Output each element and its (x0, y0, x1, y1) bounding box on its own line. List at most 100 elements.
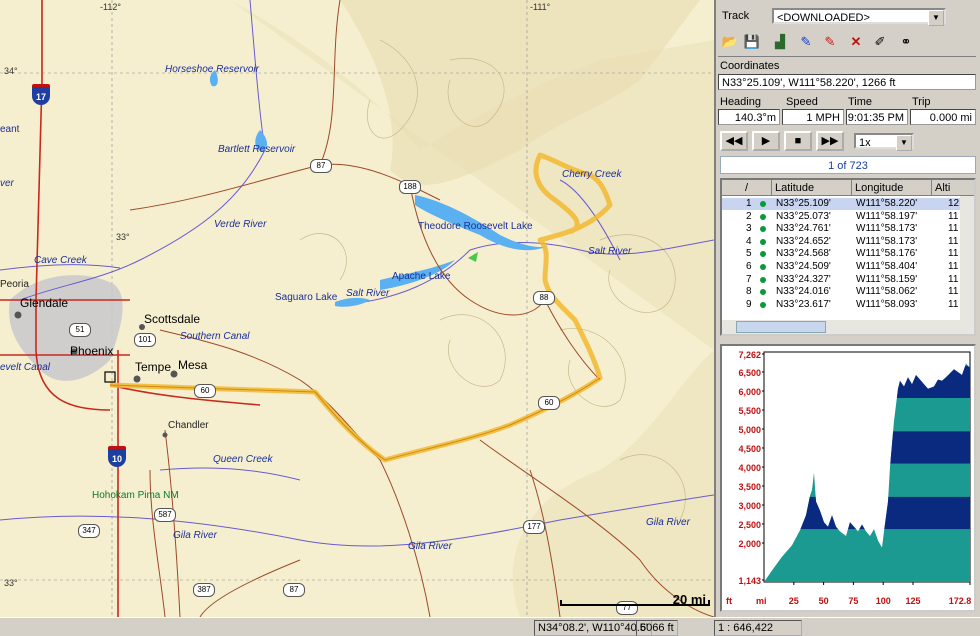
label-phoenix: Phoenix (70, 344, 114, 358)
route-387-shield: 387 (193, 583, 215, 597)
row-longitude: W111°58.093' (856, 298, 918, 310)
grid-label-112: -112° (100, 2, 121, 12)
interstate-10-shield: 10 (108, 446, 126, 467)
label-salt-river: Salt River (346, 288, 390, 299)
table-row[interactable]: 4 N33°24.652' W111°58.173' 11 (722, 236, 974, 248)
elevation-profile-icon[interactable]: ▟ (770, 32, 790, 52)
fast-forward-button[interactable]: ▶▶ (816, 131, 844, 151)
x-tick-label: 50 (819, 596, 829, 606)
label-mesa: Mesa (178, 358, 208, 372)
row-longitude: W111°58.159' (856, 273, 918, 285)
waypoint-dot-icon (760, 213, 766, 220)
table-row[interactable]: 9 N33°23.617' W111°58.093' 11 (722, 298, 974, 311)
row-altitude: 11 (948, 273, 959, 285)
table-row[interactable]: 7 N33°24.327' W111°58.159' 11 (722, 273, 974, 286)
grid-label-33: 33° (4, 578, 18, 588)
row-index: 9 (746, 298, 752, 310)
coordinates-label: Coordinates (720, 60, 780, 72)
row-altitude: 11 (948, 298, 959, 310)
speed-value: 1 MPH (782, 109, 844, 125)
label-queen-creek: Queen Creek (213, 454, 273, 465)
grid-label-33-top: 33° (116, 232, 130, 242)
playback-speed-select[interactable]: 1x ▼ (854, 133, 914, 151)
row-altitude: 11 (948, 248, 959, 260)
x-tick-label: 125 (906, 596, 921, 606)
chevron-down-icon[interactable]: ▼ (896, 135, 912, 151)
x-tick-label: 100 (876, 596, 891, 606)
table-row[interactable]: 8 N33°24.016' W111°58.062' 11 (722, 286, 974, 298)
route-87-shield-south: 87 (283, 583, 305, 597)
status-bar: N34°08.2', W110°40.5' 6066 ft 1 : 646,42… (0, 617, 980, 636)
elevation-profile[interactable]: 7,262 6,500 6,000 5,500 5,000 4,500 4,000 3,500… (720, 344, 976, 612)
horizontal-scrollbar[interactable] (722, 320, 974, 334)
scroll-thumb[interactable] (736, 321, 826, 333)
y-tick-label: 3,000 (738, 501, 761, 511)
row-index: 2 (746, 210, 752, 222)
green-flag (468, 252, 478, 262)
table-row[interactable]: 5 N33°24.568' W111°58.176' 11 (722, 248, 974, 260)
chevron-down-icon[interactable]: ▼ (928, 10, 944, 26)
table-row[interactable]: 6 N33°24.509' W111°58.404' 11 (722, 261, 974, 273)
route-177-shield: 177 (523, 520, 545, 534)
label-apache-lake: Apache Lake (392, 271, 451, 282)
row-altitude: 11 (948, 261, 959, 272)
col-header-index[interactable]: / (722, 180, 772, 196)
map-canvas[interactable]: -112° -111° 34° 33° 33° Horseshoe Reserv… (0, 0, 714, 617)
row-altitude: 11 (948, 286, 959, 298)
delete-x-icon[interactable]: ✕ (846, 32, 866, 52)
label-scottsdale: Scottsdale (144, 312, 201, 326)
x-tick-label: 75 (848, 596, 858, 606)
save-disk-icon[interactable]: 💾 (742, 32, 762, 52)
y-tick-label: 6,000 (738, 387, 761, 397)
x-tick-label: 25 (789, 596, 799, 606)
open-folder-icon[interactable]: 📂 (720, 32, 740, 52)
divider (718, 56, 976, 57)
table-row[interactable]: 2 N33°25.073' W111°58.197' 11 (722, 210, 974, 223)
rewind-button[interactable]: ◀◀ (720, 131, 748, 151)
stop-button[interactable]: ■ (784, 131, 812, 151)
col-header-altitude[interactable]: Alti (932, 180, 974, 196)
waypoint-dot-icon (760, 289, 766, 296)
heading-value: 140.3°m (718, 109, 780, 125)
y-tick-label: 7,262 (738, 350, 761, 360)
map-scale-bar: 20 mi (560, 592, 710, 612)
y-tick-label: 2,000 (738, 539, 761, 549)
track-points-table[interactable]: / Latitude Longitude Alti 1 N33°25.109' W1… (720, 178, 976, 336)
track-select-value: <DOWNLOADED> (777, 12, 870, 24)
waypoint-dot-icon (760, 301, 766, 308)
row-altitude: 12 (948, 198, 960, 209)
table-row[interactable]: 3 N33°24.761' W111°58.173' 11 (722, 223, 974, 235)
track-select[interactable]: <DOWNLOADED> ▼ (772, 8, 946, 26)
row-longitude: W111°58.062' (856, 286, 918, 298)
row-longitude: W111°58.173' (856, 223, 918, 235)
row-index: 3 (746, 223, 752, 235)
table-row[interactable]: 1 N33°25.109' W111°58.220' 12 (722, 198, 974, 210)
waypoint-dot-icon (760, 238, 766, 245)
row-index: 7 (746, 273, 752, 285)
label-gila-river-east: Gila River (646, 517, 690, 528)
heading-label: Heading (720, 96, 761, 108)
play-button[interactable]: ▶ (752, 131, 780, 151)
row-latitude: N33°23.617' (776, 298, 831, 310)
pen-red-icon[interactable]: ✎ (820, 32, 840, 52)
vertical-scrollbar[interactable] (960, 196, 974, 320)
track-panel: Track <DOWNLOADED> ▼ 📂 💾 ▟ ✎ ✎ ✕ ✐ ⚭ Coo… (714, 0, 980, 617)
col-header-latitude[interactable]: Latitude (772, 180, 852, 196)
y-tick-label: 5,000 (738, 425, 761, 435)
route-51-shield: 51 (69, 323, 91, 337)
label-hohokam: Hohokam Pima NM (92, 490, 179, 501)
label-horseshoe: Horseshoe Reservoir (165, 64, 259, 75)
row-latitude: N33°25.073' (776, 210, 831, 222)
edit-pencil-icon[interactable]: ✐ (870, 32, 890, 52)
row-longitude: W111°58.176' (856, 248, 918, 260)
interstate-17-shield: 17 (32, 84, 50, 105)
route-87-shield: 87 (310, 159, 332, 173)
route-188-shield: 188 (399, 180, 421, 194)
label-salt-river-east: Salt River (588, 246, 632, 257)
col-header-longitude[interactable]: Longitude (852, 180, 932, 196)
binoculars-icon[interactable]: ⚭ (896, 32, 916, 52)
label-ver: ver (0, 178, 14, 189)
pen-blue-icon[interactable]: ✎ (796, 32, 816, 52)
waypoint-dot-icon (760, 201, 766, 207)
row-longitude: W111°58.220' (856, 198, 918, 209)
